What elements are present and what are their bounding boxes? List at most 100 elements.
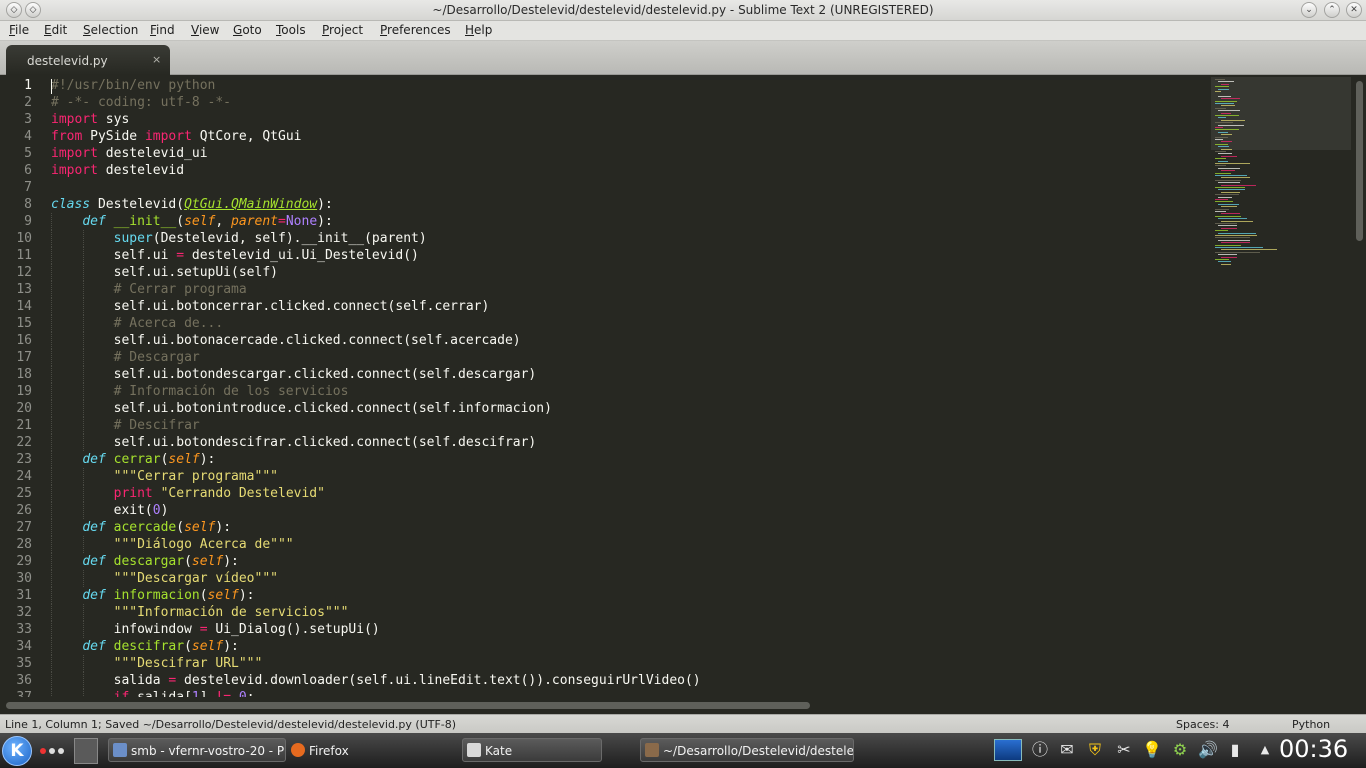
- clock[interactable]: 00:36: [1279, 735, 1348, 763]
- menu-selection[interactable]: Selection: [83, 23, 138, 37]
- code-line[interactable]: # Descifrar: [51, 417, 1201, 434]
- info-icon[interactable]: ⓘ: [1029, 739, 1051, 761]
- indent-guide: [83, 281, 84, 298]
- minimap-viewport[interactable]: [1211, 77, 1351, 150]
- status-indentation[interactable]: Spaces: 4: [1176, 718, 1229, 731]
- task-firefox[interactable]: Firefox: [286, 738, 456, 762]
- code-line[interactable]: print "Cerrando Destelevid": [51, 485, 1201, 502]
- line-number: 36: [16, 673, 32, 688]
- code-line[interactable]: def __init__(self, parent=None):: [51, 213, 1201, 230]
- lightbulb-icon[interactable]: 💡: [1141, 739, 1163, 761]
- code-line[interactable]: # Cerrar programa: [51, 281, 1201, 298]
- tab-close-icon[interactable]: ×: [152, 53, 161, 66]
- menu-find[interactable]: Find: [150, 23, 175, 37]
- code-line[interactable]: self.ui.botondescargar.clicked.connect(s…: [51, 366, 1201, 383]
- volume-icon[interactable]: 🔊: [1197, 739, 1219, 761]
- minimap-line: [1218, 203, 1239, 205]
- activity-dot-red-icon[interactable]: [40, 748, 46, 754]
- code-line[interactable]: import sys: [51, 111, 1201, 128]
- indent-guide: [83, 621, 84, 638]
- code-line[interactable]: """Descargar vídeo""": [51, 570, 1201, 587]
- indent-guide: [83, 230, 84, 247]
- code-token: descargar: [113, 554, 185, 569]
- code-line[interactable]: self.ui.setupUi(self): [51, 264, 1201, 281]
- code-line[interactable]: salida = destelevid.downloader(self.ui.l…: [51, 672, 1201, 689]
- indent-guide: [83, 315, 84, 332]
- code-line[interactable]: super(Destelevid, self).__init__(parent): [51, 230, 1201, 247]
- code-line[interactable]: """Cerrar programa""": [51, 468, 1201, 485]
- indent-guide: [83, 485, 84, 502]
- minimap[interactable]: [1211, 75, 1353, 697]
- menu-project[interactable]: Project: [322, 23, 363, 37]
- code-area[interactable]: #!/usr/bin/env python # -*- coding: utf-8…: [51, 77, 1201, 697]
- minimize-icon[interactable]: ⌄: [1301, 2, 1317, 18]
- shield-icon[interactable]: ⛨: [1084, 739, 1106, 761]
- code-line[interactable]: def descifrar(self):: [51, 638, 1201, 655]
- code-line[interactable]: def informacion(self):: [51, 587, 1201, 604]
- application-launcher-icon[interactable]: K: [2, 736, 32, 766]
- code-line[interactable]: self.ui.botonintroduce.clicked.connect(s…: [51, 400, 1201, 417]
- show-desktop-icon[interactable]: [74, 738, 98, 764]
- indent-guide: [51, 502, 52, 519]
- code-line[interactable]: # Acerca de...: [51, 315, 1201, 332]
- pager-icon[interactable]: [994, 739, 1022, 761]
- code-line[interactable]: [51, 179, 1201, 196]
- code-line[interactable]: # -*- coding: utf-8 -*-: [51, 94, 1201, 111]
- minimap-line: [1215, 100, 1238, 102]
- menu-goto[interactable]: Goto: [233, 23, 262, 37]
- code-line[interactable]: """Descifrar URL""": [51, 655, 1201, 672]
- code-line[interactable]: #!/usr/bin/env python: [51, 77, 1201, 94]
- menu-tools[interactable]: Tools: [276, 23, 306, 37]
- code-line[interactable]: # Descargar: [51, 349, 1201, 366]
- code-line[interactable]: if salida[1] != 0:: [51, 689, 1201, 697]
- code-line[interactable]: """Diálogo Acerca de""": [51, 536, 1201, 553]
- menu-help[interactable]: Help: [465, 23, 492, 37]
- settings-gear-icon[interactable]: ⚙: [1169, 739, 1191, 761]
- folder-icon: [113, 743, 127, 757]
- maximize-icon[interactable]: ⌃: [1324, 2, 1340, 18]
- code-line[interactable]: def acercade(self):: [51, 519, 1201, 536]
- menu-preferences[interactable]: Preferences: [380, 23, 451, 37]
- task-kate[interactable]: Kate: [462, 738, 602, 762]
- activity-dot-white-icon[interactable]: [49, 748, 55, 754]
- code-line[interactable]: self.ui.botoncerrar.clicked.connect(self…: [51, 298, 1201, 315]
- code-line[interactable]: exit(0): [51, 502, 1201, 519]
- activity-dot-white-icon[interactable]: [58, 748, 64, 754]
- menu-file[interactable]: File: [9, 23, 29, 37]
- minimap-line: [1215, 129, 1239, 131]
- code-line[interactable]: def descargar(self):: [51, 553, 1201, 570]
- code-line[interactable]: from PySide import QtCore, QtGui: [51, 128, 1201, 145]
- mail-icon[interactable]: ✉: [1056, 739, 1078, 761]
- code-line[interactable]: self.ui.botondescifrar.clicked.connect(s…: [51, 434, 1201, 451]
- vertical-scrollbar[interactable]: [1354, 75, 1366, 697]
- vertical-scroll-thumb[interactable]: [1356, 81, 1363, 241]
- scissors-icon[interactable]: ✂: [1113, 739, 1135, 761]
- code-line[interactable]: # Información de los servicios: [51, 383, 1201, 400]
- task-sublime[interactable]: ~/Desarrollo/Destelevid/destelev: [640, 738, 854, 762]
- horizontal-scroll-thumb[interactable]: [6, 702, 810, 709]
- minimap-line: [1221, 263, 1231, 265]
- code-line[interactable]: """Información de servicios""": [51, 604, 1201, 621]
- task-smb[interactable]: smb - vfernr-vostro-20 - Públi: [108, 738, 286, 762]
- indent-guide: [83, 655, 84, 672]
- horizontal-scrollbar[interactable]: [0, 697, 1366, 714]
- code-line[interactable]: import destelevid: [51, 162, 1201, 179]
- code-line[interactable]: self.ui = destelevid_ui.Ui_Destelevid(): [51, 247, 1201, 264]
- status-syntax[interactable]: Python: [1292, 718, 1330, 731]
- battery-icon[interactable]: ▮: [1224, 739, 1246, 761]
- tab-destelevid-py[interactable]: destelevid.py ×: [6, 45, 170, 75]
- close-window-icon[interactable]: ✕: [1346, 2, 1362, 18]
- window-titlebar[interactable]: ◇ ◇ ~/Desarrollo/Destelevid/destelevid/d…: [0, 0, 1366, 21]
- code-token: print: [113, 486, 153, 501]
- code-editor[interactable]: 1 2 3 4 5 6 7 8 9 10 11 12 13 14 15 16 17 18 19 20 21 22 23 24 2…: [0, 75, 1366, 697]
- code-line[interactable]: class Destelevid(QtGui.QMainWindow):: [51, 196, 1201, 213]
- menu-view[interactable]: View: [191, 23, 219, 37]
- code-line[interactable]: infowindow = Ui_Dialog().setupUi(): [51, 621, 1201, 638]
- tray-expand-icon[interactable]: ▲: [1254, 739, 1276, 761]
- menu-edit[interactable]: Edit: [44, 23, 67, 37]
- indent-guide: [83, 570, 84, 587]
- code-line[interactable]: def cerrar(self):: [51, 451, 1201, 468]
- code-line[interactable]: self.ui.botonacercade.clicked.connect(se…: [51, 332, 1201, 349]
- code-token: """Descargar vídeo""": [113, 571, 278, 586]
- code-line[interactable]: import destelevid_ui: [51, 145, 1201, 162]
